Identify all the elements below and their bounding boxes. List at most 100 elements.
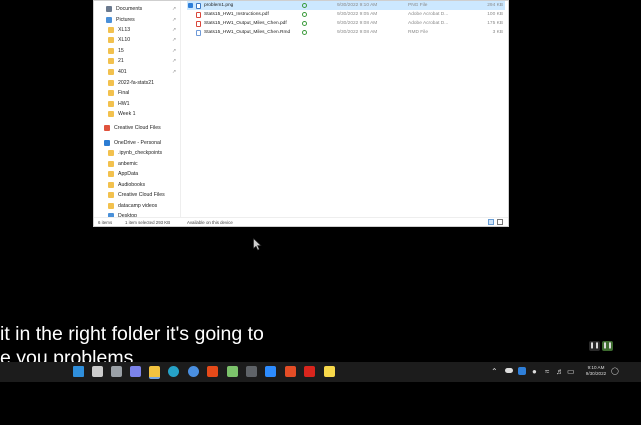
availability-status: Available on this device (187, 220, 233, 225)
file-type: Adobe Acrobat D... (408, 12, 449, 17)
file-date: 9/30/2022 9:08 AM (337, 21, 378, 26)
nav-item[interactable]: XL10 ↗ (94, 35, 184, 45)
file-row[interactable]: Stats15_HW1_Output_Miles_Chen.Rmd 9/30/20… (187, 28, 505, 37)
nav-item-label: 401 (118, 69, 127, 75)
html-editor-icon[interactable] (285, 366, 296, 377)
sync-tray-icon[interactable] (518, 367, 526, 375)
image-file-icon (196, 2, 201, 9)
nav-item[interactable]: 401 ↗ (94, 67, 184, 77)
pin-icon: ↗ (172, 27, 177, 33)
folder-icon (108, 203, 114, 209)
file-explorer-icon[interactable] (149, 366, 160, 379)
large-icons-view-icon[interactable] (497, 219, 503, 225)
nav-item[interactable]: Week 1 (94, 109, 184, 119)
wifi-icon[interactable]: ≈ (545, 366, 549, 378)
file-list: problem1.png 9/30/2022 9:10 AM PNG File 294… (187, 1, 508, 217)
details-view-icon[interactable] (488, 219, 494, 225)
nav-item[interactable]: AppData (94, 169, 184, 179)
folder-icon (108, 37, 114, 43)
file-size: 100 KB (487, 12, 503, 17)
notifications-icon[interactable]: ◯ (611, 366, 619, 378)
nav-item[interactable]: Creative Cloud Files (94, 123, 184, 133)
show-hidden-icons-icon[interactable]: ⌃ (491, 366, 498, 378)
nav-item-label: Creative Cloud Files (114, 125, 161, 131)
nav-item[interactable]: HW1 (94, 99, 184, 109)
file-explorer-window: Documents ↗ Pictures ↗ XL13 ↗ XL10 ↗ 15 ↗ 21 ↗ 401 ↗ 2… (93, 0, 509, 227)
teams-chat-icon[interactable] (130, 366, 141, 377)
office-icon[interactable] (207, 366, 218, 377)
zoom-icon[interactable] (265, 366, 276, 377)
nav-item[interactable]: 2022-fa-stats21 (94, 78, 184, 88)
file-name: problem1.png (204, 3, 234, 8)
nav-item-label: Audiobooks (118, 182, 146, 188)
file-row[interactable]: Stats15_HW1_Output_Miles_Chen.pdf 9/30/20… (187, 19, 505, 28)
calculator-icon[interactable] (246, 366, 257, 377)
acrobat-icon[interactable] (304, 366, 315, 377)
folder-icon (108, 80, 114, 86)
task-view-icon[interactable] (111, 366, 122, 377)
sync-status-icon (302, 21, 307, 26)
pin-icon: ↗ (172, 37, 177, 43)
documents-icon (106, 6, 112, 12)
folder-icon (108, 192, 114, 198)
nav-item[interactable]: Pictures ↗ (94, 15, 184, 25)
battery-icon[interactable]: ▭ (567, 366, 575, 378)
sticky-notes-icon[interactable] (324, 366, 335, 377)
nav-item[interactable]: 15 ↗ (94, 46, 184, 56)
folder-icon (108, 161, 114, 167)
pause-icon[interactable]: ❚❚ (602, 341, 613, 351)
folder-icon (108, 27, 114, 33)
file-size: 294 KB (487, 3, 503, 8)
nav-item[interactable]: Creative Cloud Files (94, 190, 184, 200)
nav-item[interactable]: .ipynb_checkpoints (94, 148, 184, 158)
pdf-file-icon (196, 20, 201, 27)
checkbox-icon[interactable] (188, 3, 193, 8)
search-icon[interactable] (92, 366, 103, 377)
folder-icon (108, 182, 114, 188)
pane-divider[interactable] (180, 1, 181, 217)
file-name: Stats15_HW1_Instructions.pdf (204, 12, 269, 17)
nav-item-label: Documents (116, 6, 143, 12)
pause-button[interactable]: ❚❚ (589, 341, 600, 351)
file-type: RMD File (408, 30, 428, 35)
nav-item-label: 15 (118, 48, 124, 54)
onedrive-tray-icon[interactable] (505, 368, 513, 373)
nav-item-label: .ipynb_checkpoints (118, 150, 163, 156)
nav-item-label: anbemic (118, 161, 138, 167)
nav-item[interactable]: anbemic (94, 159, 184, 169)
nav-item[interactable]: Final (94, 88, 184, 98)
notepad-icon[interactable] (227, 366, 238, 377)
onedrive-icon (104, 140, 110, 146)
chrome-icon[interactable] (188, 366, 199, 377)
pin-icon: ↗ (172, 48, 177, 54)
nav-item[interactable]: 21 ↗ (94, 56, 184, 66)
nav-item[interactable]: datacamp videos (94, 201, 184, 211)
nav-item[interactable]: Documents ↗ (94, 4, 184, 14)
file-row[interactable]: problem1.png 9/30/2022 9:10 AM PNG File 294… (187, 1, 505, 10)
nav-item[interactable]: Audiobooks (94, 180, 184, 190)
file-row[interactable]: Stats15_HW1_Instructions.pdf 9/30/2022 9:… (187, 10, 505, 19)
nav-item-label: XL13 (118, 27, 131, 33)
rmd-file-icon (196, 29, 201, 36)
file-date: 9/30/2022 9:05 AM (337, 12, 378, 17)
edge-icon[interactable] (168, 366, 179, 377)
nav-item-label: AppData (118, 171, 139, 177)
nav-item-label: datacamp videos (118, 203, 158, 209)
volume-icon[interactable]: ♬ (556, 366, 564, 378)
clock-date: 9/30/2022 (585, 371, 607, 376)
folder-icon (108, 48, 114, 54)
file-name: Stats15_HW1_Output_Miles_Chen.pdf (204, 21, 287, 26)
nav-item[interactable]: OneDrive - Personal (94, 138, 184, 148)
folder-icon (108, 111, 114, 117)
file-type: Adobe Acrobat D... (408, 21, 449, 26)
item-count: 6 items (98, 220, 113, 225)
nav-item[interactable]: XL13 ↗ (94, 25, 184, 35)
microphone-icon[interactable]: ● (532, 366, 537, 378)
pin-icon: ↗ (172, 6, 177, 12)
folder-icon (108, 150, 114, 156)
start-icon[interactable] (73, 366, 84, 377)
nav-item-label: Pictures (116, 17, 135, 23)
clock[interactable]: 9:10 AM 9/30/2022 (582, 365, 610, 377)
nav-item-label: Creative Cloud Files (118, 192, 165, 198)
taskbar: ⌃ ● ≈ ♬ ▭ 9:10 AM 9/30/2022 ◯ (0, 362, 641, 382)
